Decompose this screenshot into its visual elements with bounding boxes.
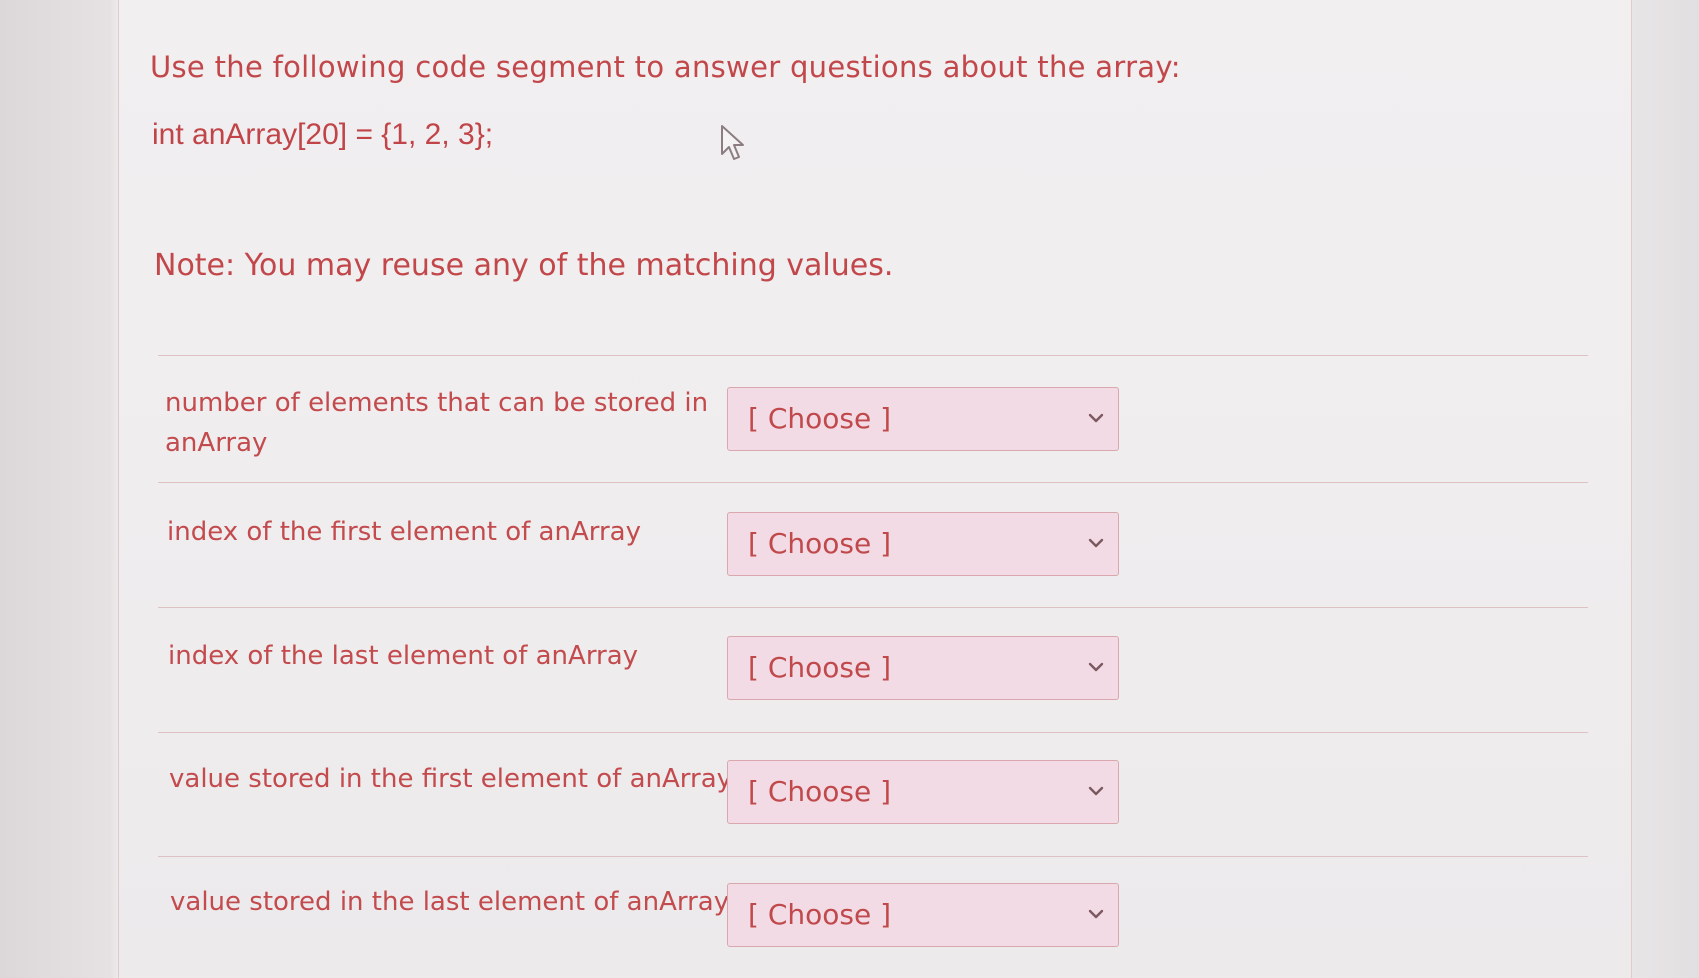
chevron-down-icon — [1088, 538, 1104, 548]
question-intro: Use the following code segment to answer… — [150, 50, 1181, 84]
chevron-down-icon — [1088, 662, 1104, 672]
row-divider — [158, 482, 1588, 483]
answer-select-3[interactable]: [ Choose ] — [727, 636, 1119, 700]
matching-prompt-4: value stored in the first element of anA… — [169, 764, 733, 794]
answer-select-value: [ Choose ] — [748, 898, 892, 931]
answer-select-1[interactable]: [ Choose ] — [727, 387, 1119, 451]
answer-select-2[interactable]: [ Choose ] — [727, 512, 1119, 576]
matching-prompt-5: value stored in the last element of anAr… — [170, 887, 730, 917]
chevron-down-icon — [1088, 413, 1104, 423]
screen-background: Use the following code segment to answer… — [0, 0, 1699, 978]
matching-prompt-1: number of elements that can be stored in… — [165, 388, 709, 458]
row-divider — [158, 607, 1588, 608]
answer-select-5[interactable]: [ Choose ] — [727, 883, 1119, 947]
chevron-down-icon — [1088, 909, 1104, 919]
answer-select-value: [ Choose ] — [748, 775, 892, 808]
answer-select-value: [ Choose ] — [748, 402, 892, 435]
matching-prompt-3: index of the last element of anArray — [168, 641, 639, 671]
answer-select-4[interactable]: [ Choose ] — [727, 760, 1119, 824]
mouse-pointer-icon — [721, 125, 744, 160]
row-divider — [158, 355, 1588, 356]
matching-prompt-2: index of the first element of anArray — [167, 517, 641, 547]
question-note: Note: You may reuse any of the matching … — [154, 248, 894, 283]
answer-select-value: [ Choose ] — [748, 651, 892, 684]
code-segment: int anArray[20] = {1, 2, 3}; — [152, 118, 494, 151]
chevron-down-icon — [1088, 786, 1104, 796]
answer-select-value: [ Choose ] — [748, 527, 892, 560]
row-divider — [158, 732, 1588, 733]
row-divider — [158, 856, 1588, 857]
